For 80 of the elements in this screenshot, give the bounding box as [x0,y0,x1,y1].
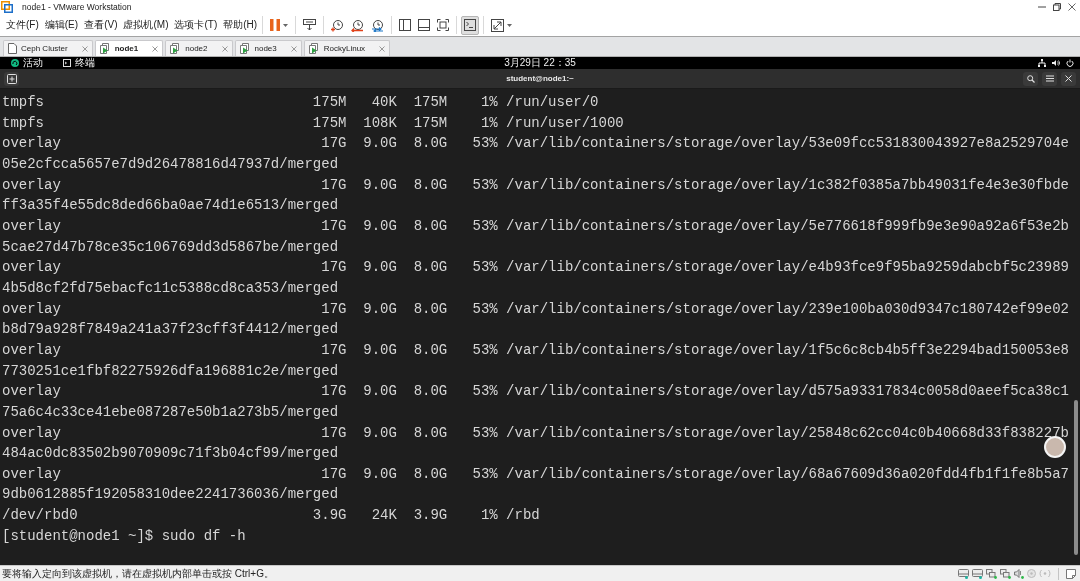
terminal-line: 7730251ce1fbf82275926dfa196881c2e/merged [2,361,339,381]
terminal-line: overlay 17G 9.0G 8.0G 53% /var/lib/containers/storage/overlay/1f5c6c8cb4b5ff3e2294bad150053e8 [2,340,1069,360]
network-adapter-icon[interactable] [1000,568,1011,579]
restore-icon[interactable] [1053,3,1061,11]
activities-button[interactable]: 活动 [8,57,46,69]
menu-item[interactable]: 选项卡(T) [173,18,219,32]
keyboard-arrow-icon [303,19,317,31]
terminal-icon [464,19,477,31]
tab[interactable]: node3 [234,40,302,56]
fullscreen-icon [437,19,450,31]
menu-item[interactable]: 查看(V) [83,18,119,32]
terminal-line: [student@node1 ~]$ sudo df -h [2,526,246,546]
power-icon[interactable] [1066,59,1074,67]
clock[interactable]: 3月29日 22：35 [504,57,576,69]
sidebar-layout-icon [399,19,412,31]
search-icon [1026,74,1035,83]
close-button[interactable] [1061,71,1076,86]
page-play-icon [308,43,320,54]
terminal-line: 05e2cfcca5657e7d9d26478816d47937d/merged [2,154,339,174]
tab[interactable]: RockyLinux [303,40,391,56]
tab[interactable]: Ceph Cluster [3,40,93,56]
terminal-line: 9db0612885f192058310dee2241736036/merged [2,485,339,505]
network-icon[interactable] [1038,59,1046,67]
close-icon[interactable] [379,45,386,52]
close-icon[interactable] [290,45,297,52]
terminal-icon [63,59,71,67]
clock-plus-icon [331,18,345,32]
menu-item[interactable]: 编辑(E) [43,18,80,32]
menu-item[interactable]: 虚拟机(M) [122,18,170,32]
minimize-icon[interactable] [1038,3,1046,11]
terminal-line: ff3a35f4e55dc8ded66ba0ae74d1e6513/merged [2,196,339,216]
window-title: node1 - VMware Workstation [22,2,132,12]
menu-item[interactable]: 帮助(H) [222,18,259,32]
terminal-line: overlay 17G 9.0G 8.0G 53% /var/lib/containers/storage/overlay/53e09fcc531830043927e8a2529704e [2,134,1069,154]
close-icon [1065,75,1072,82]
page-play-icon [99,43,111,54]
terminal-line: overlay 17G 9.0G 8.0G 53% /var/lib/containers/storage/overlay/25848c62cc04c0b40668d33f838227b [2,423,1069,443]
terminal-line: overlay 17G 9.0G 8.0G 53% /var/lib/containers/storage/overlay/e4b93fce9f95ba9259dabcbf5c23989 [2,258,1069,278]
terminal-line: tmpfs 175M 40K 175M 1% /run/user/0 [2,93,599,112]
scrollbar-thumb[interactable] [1074,400,1078,555]
volume-icon[interactable] [1052,59,1060,67]
close-icon[interactable] [1068,3,1076,11]
search-button[interactable] [1023,71,1038,86]
menu-item[interactable]: 文件(F) [5,18,40,32]
terminal-line: tmpfs 175M 108K 175M 1% /run/user/1000 [2,113,624,133]
terminal-line: b8d79a928f7849a241a37f23cff3f4412/merged [2,320,339,340]
terminal-line: overlay 17G 9.0G 8.0G 53% /var/lib/containers/storage/overlay/239e100ba030d9347c180742ef99e02 [2,299,1069,319]
console-view-button[interactable] [461,15,480,35]
close-icon[interactable] [152,45,159,52]
note-icon[interactable] [1066,568,1076,579]
tab[interactable]: node2 [165,40,233,56]
new-tab-button[interactable] [4,71,19,86]
terminal-line: overlay 17G 9.0G 8.0G 53% /var/lib/containers/storage/overlay/1c382f0385a7bb49031fe4e3e30fbde [2,175,1069,195]
bottom-panel-layout-icon [418,19,431,31]
app-menu-button[interactable]: 终端 [60,57,98,69]
status-message: 要将输入定向到该虚拟机，请在虚拟机内部单击或按 Ctrl+G。 [2,566,274,581]
terminal-line: 75a6c4c33ce41ebe087287e50b1a273b5/merged [2,402,339,422]
plus-square-icon [6,73,17,84]
document-icon [8,43,17,54]
menu-button[interactable] [1042,71,1057,86]
network-adapter-icon[interactable] [986,568,997,579]
diagonal-arrow-icon [491,18,505,32]
terminal-title: student@node1:~ [506,74,574,83]
close-icon[interactable] [221,45,228,52]
app-logo-icon [1,1,13,13]
page-play-icon [239,43,251,54]
pause-icon [270,19,281,31]
terminal-line: 484ac0dc83502b9070909c71f3b04cf99/merged [2,444,339,464]
close-icon[interactable] [81,45,88,52]
terminal-line: overlay 17G 9.0G 8.0G 53% /var/lib/containers/storage/overlay/5e776618f999fb9e3e90a92a6f53e2b [2,216,1069,236]
terminal-line: overlay 17G 9.0G 8.0G 53% /var/lib/containers/storage/overlay/d575a93317834c0058d0aeef5ca38c1 [2,382,1069,402]
clock-arrows-icon [371,18,385,32]
terminal-line: 4b5d8cf2fd75ebacfc11c5388cd8ca353/merged [2,278,339,298]
terminal-line: 5cae27d47b78ce35c106769dd3d5867be/merged [2,237,339,257]
terminal-line: overlay 17G 9.0G 8.0G 53% /var/lib/containers/storage/overlay/68a67609d36a020fdd4fb1f1fe8b5a7 [2,464,1069,484]
menu-icon [1045,75,1054,82]
tab[interactable]: node1 [94,40,164,56]
terminal-line: /dev/rbd0 3.9G 24K 3.9G 1% /rbd [2,506,540,526]
page-play-icon [170,43,182,54]
speaker-icon[interactable] [1014,568,1024,579]
